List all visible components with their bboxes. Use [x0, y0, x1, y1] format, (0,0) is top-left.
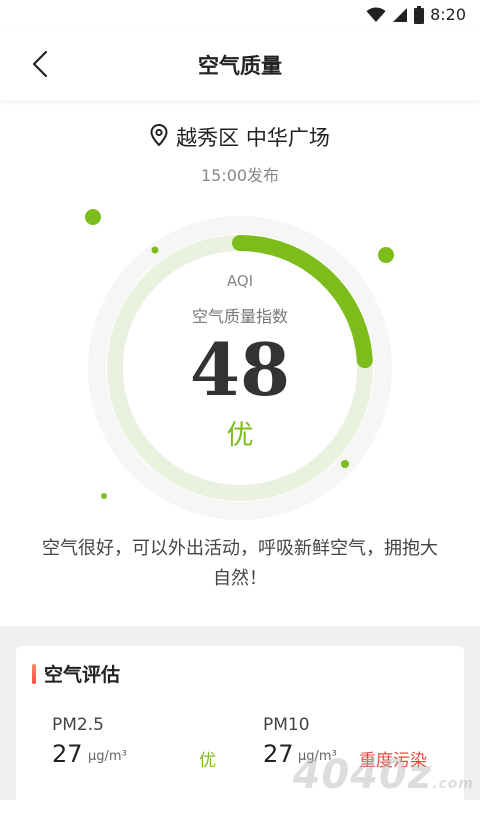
pm25-value: 27 — [52, 740, 83, 768]
aqi-label: AQI — [226, 272, 254, 290]
aqi-sublabel: 空气质量指数 — [191, 307, 288, 326]
pm10-value: 27 — [263, 740, 294, 768]
decor-dot — [378, 247, 394, 263]
pm25-unit: μg/m³ — [88, 749, 127, 764]
assessment-card: 空气评估 PM2.5 27 μg/m³ 优 PM10 27 μg/m³ 重度污染 — [16, 646, 464, 816]
pm10-unit: μg/m³ — [298, 749, 337, 764]
assessment-title: 空气评估 — [44, 664, 121, 686]
decor-dot — [151, 246, 159, 254]
air-advice: 空气很好，可以外出活动，呼吸新鲜空气，拥抱大自然！ — [42, 538, 438, 589]
title-accent-bar — [32, 664, 36, 684]
decor-dot — [85, 209, 101, 225]
pm25-label: PM2.5 — [52, 715, 104, 735]
pm10-label: PM10 — [263, 715, 310, 735]
aqi-level: 优 — [226, 420, 254, 451]
decor-dot — [341, 460, 349, 468]
pm10-level: 重度污染 — [359, 751, 427, 771]
pm25-level: 优 — [199, 751, 216, 771]
aqi-value: 48 — [189, 327, 291, 412]
aqi-gauge: AQI 空气质量指数 48 优 — [0, 0, 480, 520]
decor-dot — [101, 493, 107, 499]
